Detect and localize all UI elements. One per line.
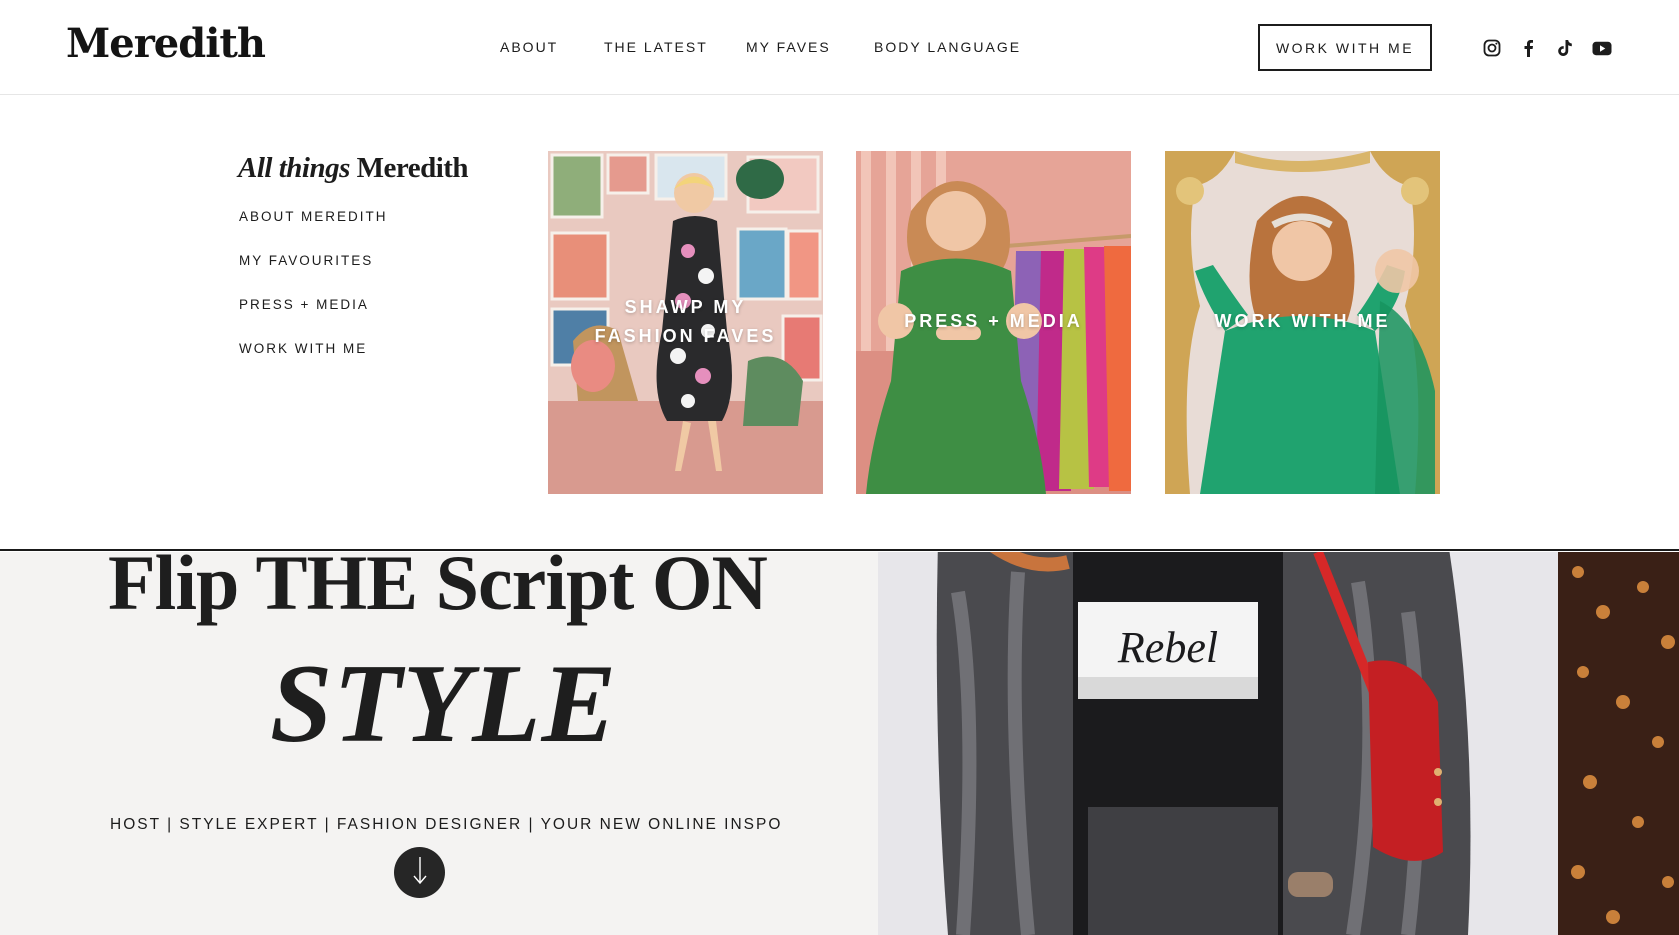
hero-image: Rebel [878, 552, 1679, 935]
nav-my-faves[interactable]: MY FAVES [746, 39, 831, 55]
site-header: Meredith ABOUT THE LATEST MY FAVES BODY … [0, 0, 1679, 95]
arrow-down-icon [412, 855, 428, 890]
nav-body-language[interactable]: BODY LANGUAGE [874, 39, 1021, 55]
hero-photo: Rebel [878, 552, 1679, 935]
card-press-media[interactable]: PRESS + MEDIA [856, 151, 1131, 494]
mega-menu-title: All things Meredith [238, 152, 469, 185]
nav-the-latest[interactable]: THE LATEST [604, 39, 708, 55]
card-work-with-me-label: WORK WITH ME [1214, 311, 1391, 331]
hero-headline-line1: Flip THE Script ON [108, 552, 768, 626]
mega-menu-title-italic: All things [238, 152, 350, 184]
youtube-icon[interactable] [1591, 37, 1613, 59]
card-fashion-faves-label-1: SHAWP MY [624, 297, 747, 317]
hero-headline-style: STYLE [270, 642, 618, 766]
card-fashion-faves[interactable]: SHAWP MY FASHION FAVES [548, 151, 823, 494]
facebook-icon[interactable] [1517, 37, 1539, 59]
card-work-with-me[interactable]: WORK WITH ME [1165, 151, 1440, 494]
menu-link-press-media[interactable]: PRESS + MEDIA [239, 297, 369, 312]
nav-about[interactable]: ABOUT [500, 39, 558, 55]
mega-menu-panel: All things Meredith ABOUT MEREDITH MY FA… [0, 96, 1679, 551]
scroll-down-button[interactable] [394, 847, 445, 898]
shirt-print-text: Rebel [1117, 623, 1218, 672]
hero-text-panel: Flip THE Script ON STYLE HOST | STYLE EX… [0, 552, 878, 935]
instagram-icon[interactable] [1481, 37, 1503, 59]
mega-menu-title-rest: Meredith [349, 152, 469, 184]
menu-link-about-meredith[interactable]: ABOUT MEREDITH [239, 209, 388, 224]
work-with-me-button[interactable]: WORK WITH ME [1258, 24, 1432, 71]
menu-link-my-favourites[interactable]: MY FAVOURITES [239, 253, 373, 268]
tiktok-icon[interactable] [1554, 37, 1576, 59]
site-logo[interactable]: Meredith [66, 20, 266, 67]
menu-link-work-with-me[interactable]: WORK WITH ME [239, 341, 367, 356]
hero-tagline: HOST | STYLE EXPERT | FASHION DESIGNER |… [110, 816, 783, 833]
card-press-media-label: PRESS + MEDIA [904, 311, 1083, 331]
card-fashion-faves-label-2: FASHION FAVES [594, 326, 777, 346]
